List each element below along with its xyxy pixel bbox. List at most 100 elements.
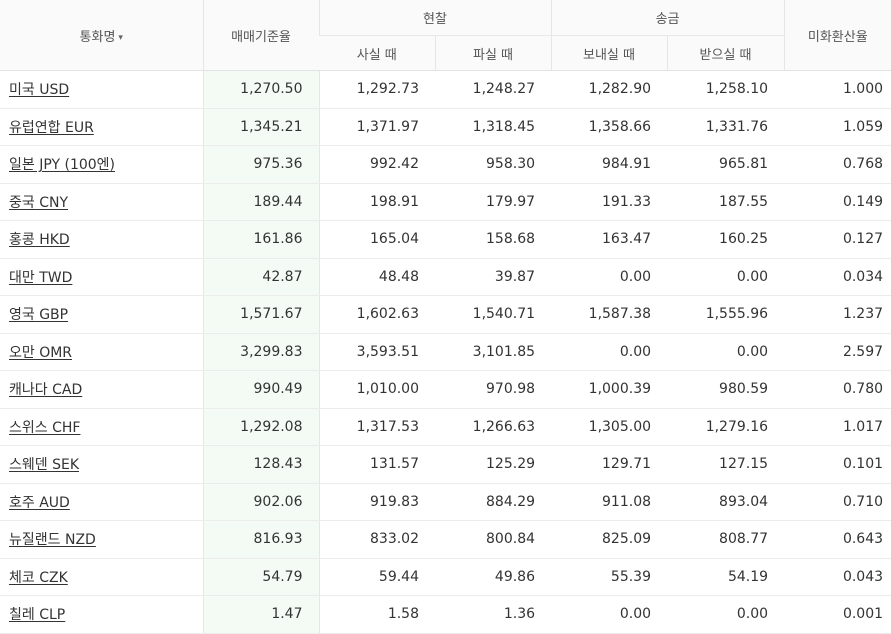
currency-name-cell: 영국 GBP	[0, 295, 203, 334]
base-rate-cell: 128.43	[202, 445, 320, 484]
table-row: 뉴질랜드 NZD 816.93 833.02 800.84 825.09 808.77 0.…	[0, 520, 891, 559]
currency-link[interactable]: 체코 CZK	[9, 570, 68, 586]
table-row: 스위스 CHF 1,292.08 1,317.53 1,266.63 1,305.00 1…	[0, 408, 891, 446]
cash-sell-cell: 49.86	[435, 558, 552, 596]
base-rate-cell: 1,571.67	[202, 295, 320, 334]
base-rate-cell: 990.49	[202, 370, 320, 409]
header-currency[interactable]: 통화명 ▾	[0, 0, 203, 71]
currency-link[interactable]: 미국 USD	[9, 82, 69, 98]
currency-name-cell: 호주 AUD	[0, 483, 203, 521]
usd-rate-cell: 1.237	[784, 295, 891, 334]
cash-sell-cell: 1,318.45	[435, 108, 552, 146]
base-rate-cell: 189.44	[202, 183, 320, 221]
cash-buy-cell: 198.91	[319, 183, 435, 221]
currency-link[interactable]: 오만 OMR	[9, 345, 72, 361]
header-transfer-send: 보내실 때	[550, 35, 668, 71]
usd-rate-cell: 1.017	[784, 408, 891, 446]
currency-link[interactable]: 영국 GBP	[9, 307, 68, 323]
currency-name-cell: 체코 CZK	[0, 558, 203, 596]
header-cash-buy: 사실 때	[319, 35, 435, 71]
table-row: 오만 OMR 3,299.83 3,593.51 3,101.85 0.00 0.00 2.…	[0, 333, 891, 371]
currency-link[interactable]: 중국 CNY	[9, 195, 68, 211]
base-rate-cell: 816.93	[202, 520, 320, 559]
base-rate-cell: 54.79	[202, 558, 320, 596]
currency-name-cell: 유럽연합 EUR	[0, 108, 203, 146]
transfer-send-cell: 129.71	[551, 445, 668, 484]
cash-buy-cell: 1,010.00	[319, 370, 435, 409]
transfer-receive-cell: 54.19	[667, 558, 785, 596]
currency-name-cell: 홍콩 HKD	[0, 220, 203, 259]
table-row: 캐나다 CAD 990.49 1,010.00 970.98 1,000.39 980.5…	[0, 370, 891, 409]
transfer-send-cell: 1,000.39	[551, 370, 668, 409]
transfer-receive-cell: 893.04	[667, 483, 785, 521]
header-usd-rate: 미화환산율	[783, 0, 891, 71]
cash-buy-cell: 48.48	[319, 258, 435, 296]
cash-buy-cell: 1,292.73	[319, 70, 435, 109]
currency-link[interactable]: 스웨덴 SEK	[9, 457, 79, 473]
transfer-send-cell: 1,358.66	[551, 108, 668, 146]
header-currency-label: 통화명	[79, 29, 116, 45]
currency-link[interactable]: 스위스 CHF	[9, 420, 80, 436]
table-row: 유럽연합 EUR 1,345.21 1,371.97 1,318.45 1,358.66…	[0, 108, 891, 146]
table-row: 칠레 CLP 1.47 1.58 1.36 0.00 0.00 0.001	[0, 595, 891, 634]
base-rate-cell: 975.36	[202, 145, 320, 184]
currency-link[interactable]: 대만 TWD	[9, 270, 72, 286]
cash-buy-cell: 3,593.51	[319, 333, 435, 371]
transfer-receive-cell: 808.77	[667, 520, 785, 559]
cash-sell-cell: 1.36	[435, 595, 552, 634]
currency-name-cell: 칠레 CLP	[0, 595, 203, 634]
currency-link[interactable]: 칠레 CLP	[9, 607, 65, 623]
currency-link[interactable]: 캐나다 CAD	[9, 382, 82, 398]
base-rate-cell: 1,270.50	[202, 70, 320, 109]
base-rate-cell: 1,292.08	[202, 408, 320, 446]
transfer-receive-cell: 0.00	[667, 595, 785, 634]
currency-link[interactable]: 뉴질랜드 NZD	[9, 532, 96, 548]
usd-rate-cell: 0.149	[784, 183, 891, 221]
transfer-receive-cell: 1,331.76	[667, 108, 785, 146]
transfer-send-cell: 1,305.00	[551, 408, 668, 446]
transfer-send-cell: 0.00	[551, 333, 668, 371]
usd-rate-cell: 0.001	[784, 595, 891, 634]
header-cash-group: 현찰	[318, 0, 552, 36]
transfer-send-cell: 825.09	[551, 520, 668, 559]
cash-sell-cell: 884.29	[435, 483, 552, 521]
transfer-receive-cell: 1,555.96	[667, 295, 785, 334]
usd-rate-cell: 1.059	[784, 108, 891, 146]
transfer-receive-cell: 1,279.16	[667, 408, 785, 446]
cash-buy-cell: 1,317.53	[319, 408, 435, 446]
header-cash-sell: 파실 때	[434, 35, 552, 71]
cash-sell-cell: 1,266.63	[435, 408, 552, 446]
cash-buy-cell: 1.58	[319, 595, 435, 634]
cash-sell-cell: 958.30	[435, 145, 552, 184]
transfer-send-cell: 911.08	[551, 483, 668, 521]
currency-link[interactable]: 홍콩 HKD	[9, 232, 70, 248]
base-rate-cell: 902.06	[202, 483, 320, 521]
transfer-receive-cell: 0.00	[667, 333, 785, 371]
currency-name-cell: 중국 CNY	[0, 183, 203, 221]
transfer-send-cell: 55.39	[551, 558, 668, 596]
table-row: 스웨덴 SEK 128.43 131.57 125.29 129.71 127.15 0.1…	[0, 445, 891, 484]
sort-down-icon[interactable]: ▾	[118, 33, 123, 43]
cash-sell-cell: 3,101.85	[435, 333, 552, 371]
table-row: 일본 JPY (100엔) 975.36 992.42 958.30 984.91 965…	[0, 145, 891, 184]
currency-link[interactable]: 유럽연합 EUR	[9, 120, 94, 136]
cash-buy-cell: 131.57	[319, 445, 435, 484]
transfer-receive-cell: 0.00	[667, 258, 785, 296]
cash-buy-cell: 833.02	[319, 520, 435, 559]
usd-rate-cell: 0.034	[784, 258, 891, 296]
transfer-send-cell: 1,282.90	[551, 70, 668, 109]
header-transfer-receive: 받으실 때	[666, 35, 785, 71]
usd-rate-cell: 0.710	[784, 483, 891, 521]
table-row: 영국 GBP 1,571.67 1,602.63 1,540.71 1,587.38 1,…	[0, 295, 891, 334]
transfer-send-cell: 163.47	[551, 220, 668, 259]
transfer-send-cell: 984.91	[551, 145, 668, 184]
cash-buy-cell: 165.04	[319, 220, 435, 259]
cash-buy-cell: 59.44	[319, 558, 435, 596]
currency-link[interactable]: 일본 JPY (100엔)	[9, 157, 115, 173]
base-rate-cell: 1,345.21	[202, 108, 320, 146]
currency-name-cell: 뉴질랜드 NZD	[0, 520, 203, 559]
table-row: 중국 CNY 189.44 198.91 179.97 191.33 187.55 0.14…	[0, 183, 891, 221]
cash-sell-cell: 800.84	[435, 520, 552, 559]
cash-sell-cell: 970.98	[435, 370, 552, 409]
currency-link[interactable]: 호주 AUD	[9, 495, 70, 511]
